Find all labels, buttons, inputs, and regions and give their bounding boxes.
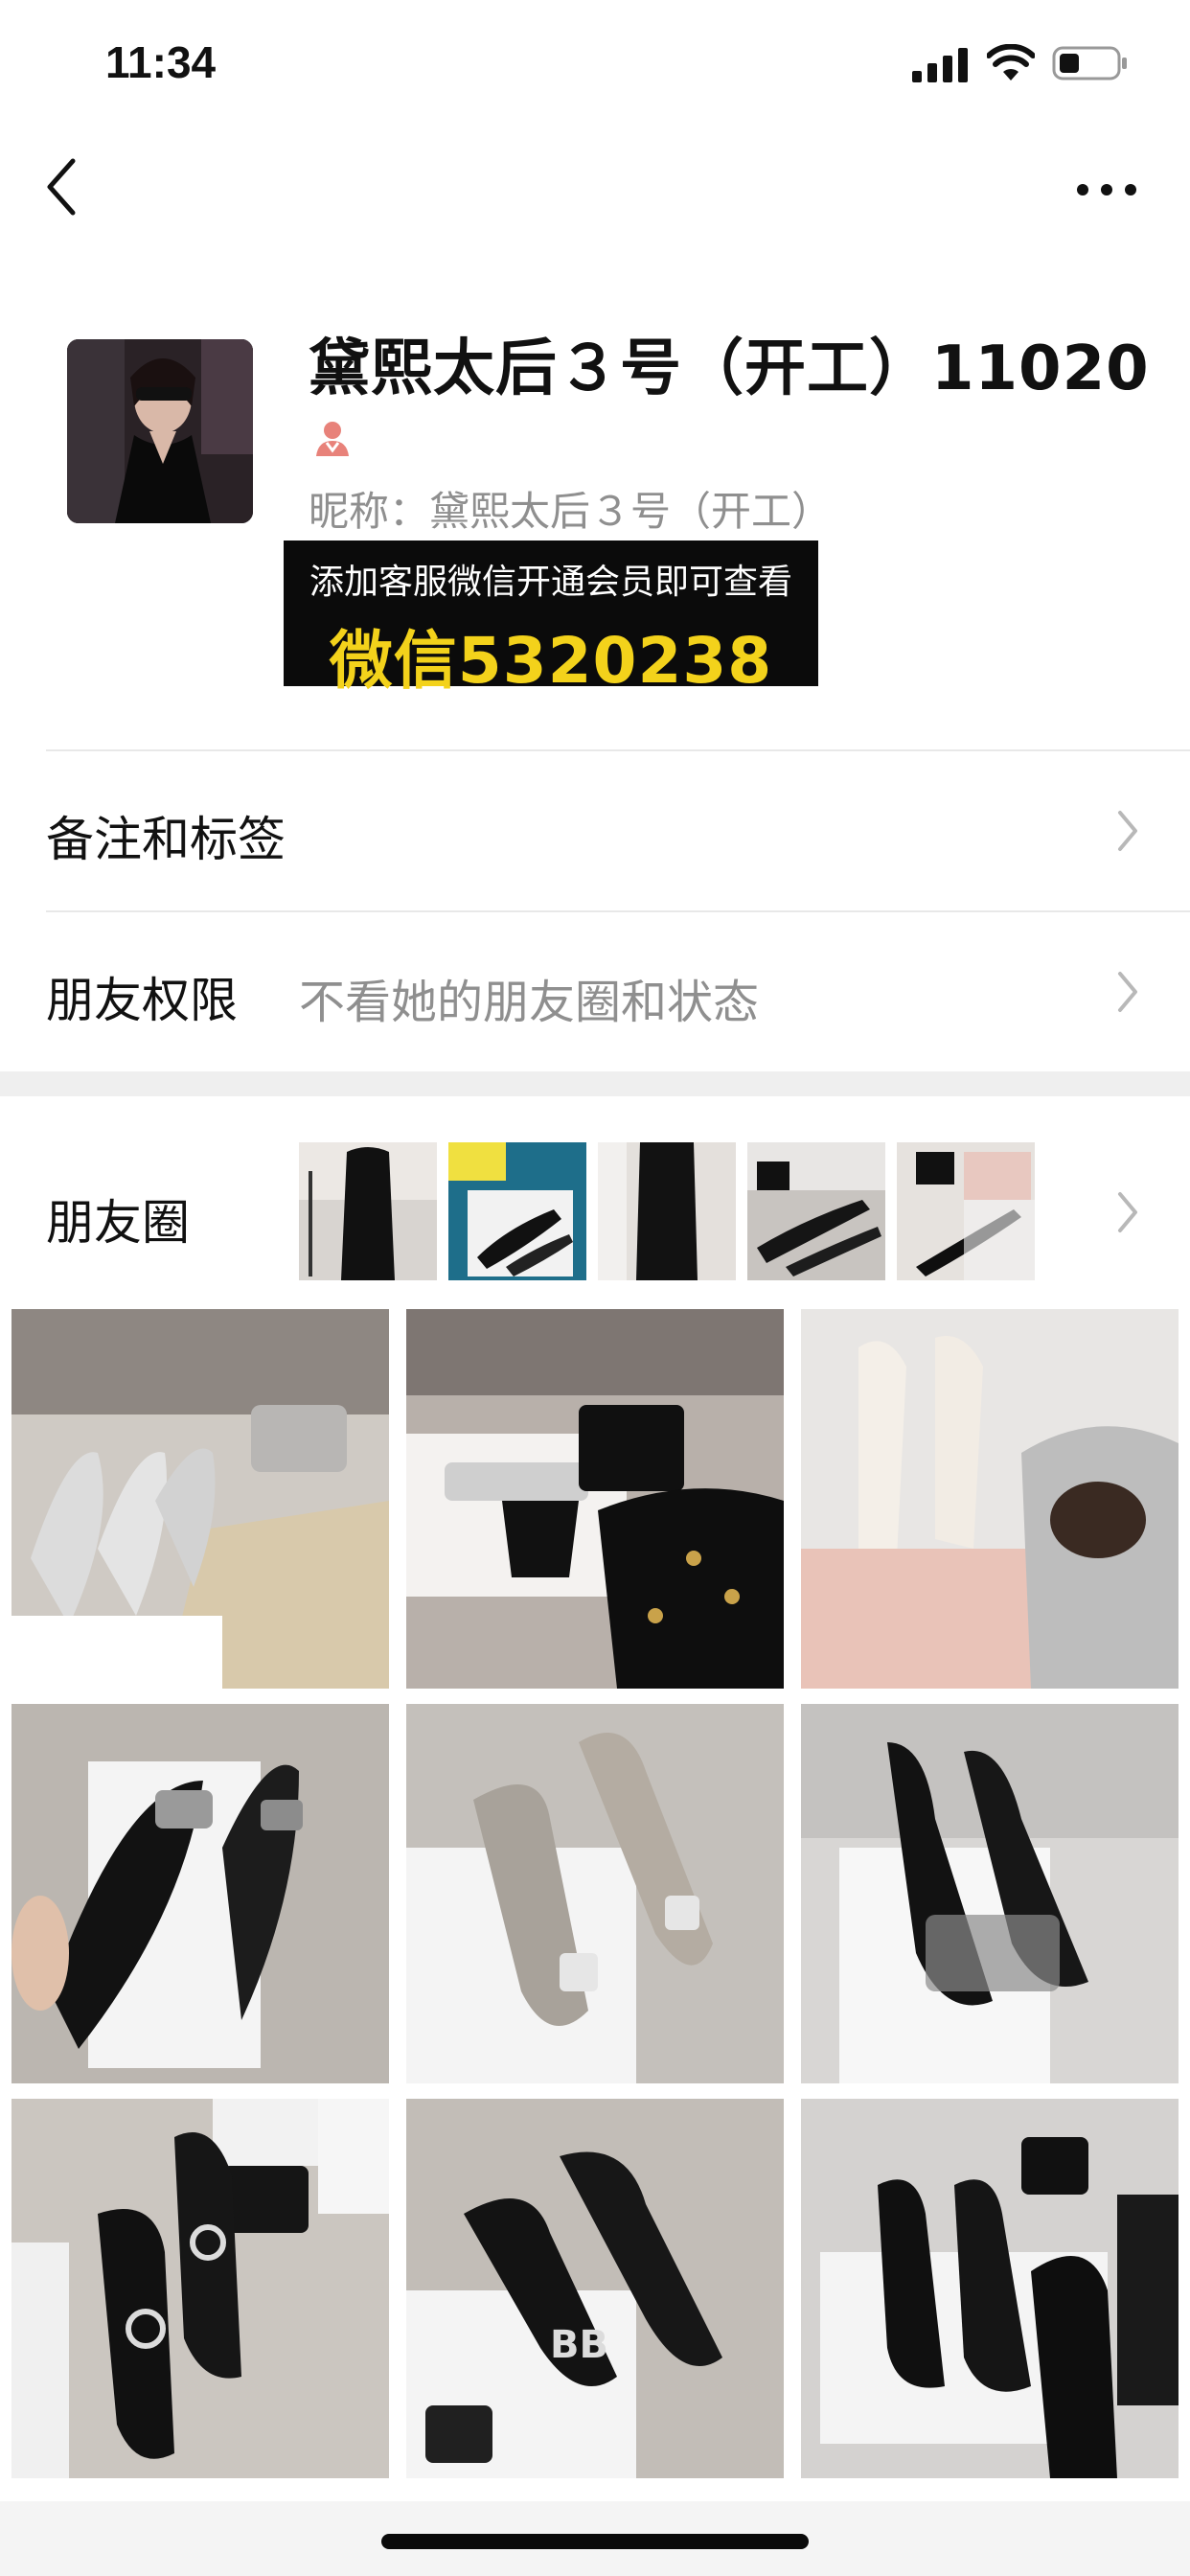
moment-thumbnail	[897, 1142, 1035, 1280]
profile-name: 黛熙太后３号（开工）11020	[309, 334, 1150, 404]
promo-text: 添加客服微信开通会员即可查看	[309, 563, 792, 602]
grid-photo[interactable]	[801, 2099, 1179, 2478]
wifi-icon	[987, 44, 1035, 80]
grid-photo[interactable]: BB	[406, 2099, 784, 2478]
female-person-icon	[316, 422, 349, 456]
grid-photo[interactable]	[406, 1704, 784, 2083]
grid-photo[interactable]	[11, 2099, 389, 2478]
grid-photo[interactable]	[406, 1309, 784, 1689]
divider	[46, 910, 1190, 912]
nickname-label: 昵称：	[309, 488, 430, 535]
svg-text:BB: BB	[550, 2323, 608, 2367]
status-bar: 11:34	[0, 0, 1190, 125]
divider	[46, 749, 1190, 751]
section-gap	[0, 1071, 1190, 1096]
signal-icon	[912, 48, 968, 82]
ellipsis-icon[interactable]	[1073, 171, 1140, 209]
grid-photo[interactable]	[11, 1704, 389, 2083]
chevron-left-icon[interactable]	[38, 153, 86, 220]
chevron-right-icon	[1118, 972, 1137, 1012]
permissions-value: 不看她的朋友圈和状态	[299, 976, 760, 1029]
promo-wechat-id: 微信5320238	[329, 624, 773, 698]
permissions-label: 朋友权限	[46, 973, 238, 1028]
moment-thumbnail	[598, 1142, 736, 1280]
moment-thumbnail	[299, 1142, 437, 1280]
moment-thumbnail	[448, 1142, 586, 1280]
status-time: 11:34	[105, 37, 217, 87]
nickname-row: 昵称：黛熙太后３号（开工）	[309, 479, 832, 538]
moment-thumbnail	[747, 1142, 885, 1280]
chevron-right-icon	[1118, 1192, 1137, 1232]
battery-icon	[1052, 46, 1127, 80]
home-indicator[interactable]	[381, 2534, 809, 2549]
moments-label: 朋友圈	[46, 1195, 190, 1251]
promo-banner: 添加客服微信开通会员即可查看 微信5320238	[284, 540, 818, 698]
grid-photo[interactable]	[801, 1309, 1179, 1689]
grid-photo[interactable]	[801, 1704, 1179, 2083]
avatar[interactable]	[67, 339, 253, 523]
nickname-value: 黛熙太后３号（开工）	[429, 488, 833, 535]
chevron-right-icon	[1118, 811, 1137, 851]
remarks-label: 备注和标签	[46, 812, 286, 867]
grid-photo[interactable]	[11, 1309, 389, 1689]
